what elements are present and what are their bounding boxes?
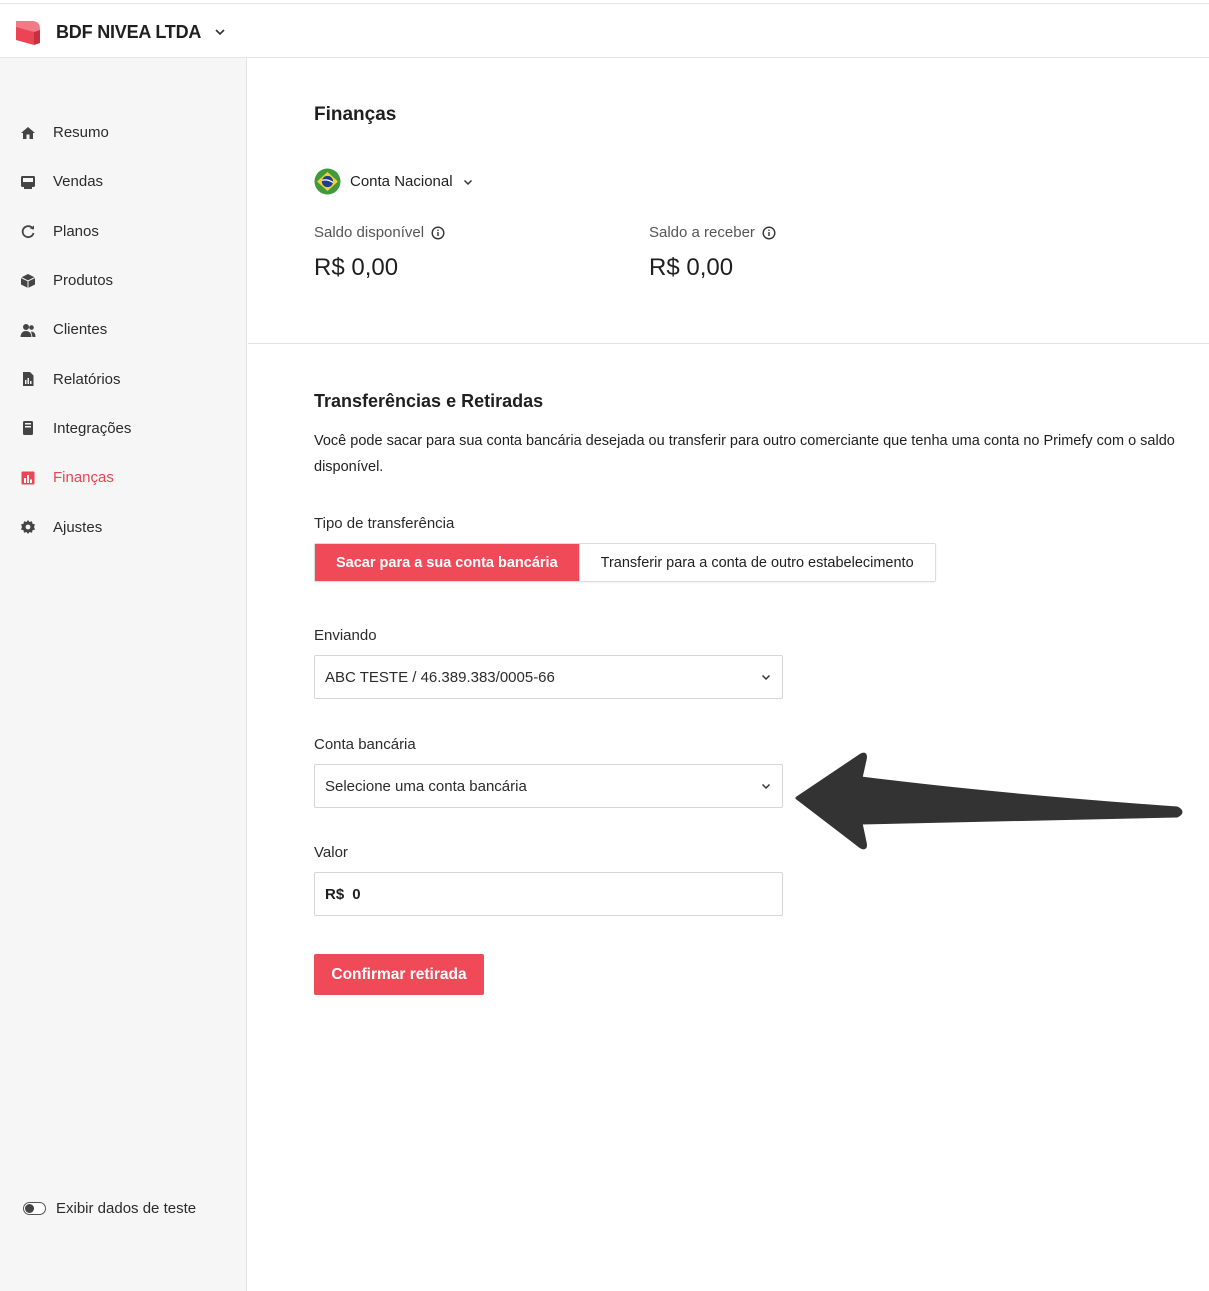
sidebar-item-label: Produtos <box>53 272 114 290</box>
sidebar: Resumo Vendas Planos Produtos Clientes R… <box>0 58 247 1291</box>
transfer-type-switch: Sacar para a sua conta bancária Transfer… <box>314 543 936 582</box>
main-content: Finanças Conta Nacional Saldo disponível… <box>248 58 1209 1291</box>
finance-summary: Finanças Conta Nacional Saldo disponível… <box>248 58 1209 344</box>
receivable-balance-label: Saldo a receber <box>649 224 755 241</box>
sidebar-item-label: Integrações <box>53 419 132 437</box>
sidebar-item-relatorios[interactable]: Relatórios <box>0 354 247 403</box>
sidebar-item-integracoes[interactable]: Integrações <box>0 404 247 453</box>
chevron-down-icon <box>215 29 225 36</box>
sidebar-item-clientes[interactable]: Clientes <box>0 305 247 354</box>
chevron-down-icon <box>761 674 771 681</box>
amount-label: Valor <box>314 844 348 861</box>
sidebar-item-financas[interactable]: Finanças <box>0 453 247 502</box>
receivable-balance-value: R$ 0,00 <box>649 254 734 281</box>
integration-icon <box>20 420 36 436</box>
users-icon <box>20 322 36 338</box>
info-icon[interactable] <box>762 225 776 240</box>
confirm-withdrawal-button[interactable]: Confirmar retirada <box>314 954 484 995</box>
toggle-switch[interactable] <box>23 1202 46 1215</box>
info-icon[interactable] <box>431 225 445 240</box>
test-data-toggle[interactable]: Exibir dados de teste <box>23 1200 196 1217</box>
currency-prefix: R$ <box>325 885 345 903</box>
sender-select-value: ABC TESTE / 46.389.383/0005-66 <box>325 668 555 686</box>
sales-icon <box>20 174 36 190</box>
transfer-to-merchant-option[interactable]: Transferir para a conta de outro estabel… <box>578 544 935 581</box>
sidebar-item-ajustes[interactable]: Ajustes <box>0 502 247 551</box>
sidebar-item-resumo[interactable]: Resumo <box>0 108 247 157</box>
sidebar-item-label: Planos <box>53 222 99 240</box>
sidebar-item-label: Clientes <box>53 321 108 339</box>
company-switcher[interactable]: BDF NIVEA LTDA <box>14 18 227 46</box>
sender-label: Enviando <box>314 627 377 644</box>
sidebar-item-label: Vendas <box>53 173 104 191</box>
available-balance-value: R$ 0,00 <box>314 254 399 281</box>
company-logo-icon <box>16 21 40 45</box>
sidebar-item-label: Finanças <box>53 469 114 487</box>
available-balance: Saldo disponível R$ 0,00 <box>314 224 445 282</box>
sidebar-item-label: Ajustes <box>53 518 103 536</box>
box-icon <box>20 273 36 289</box>
sidebar-item-planos[interactable]: Planos <box>0 207 247 256</box>
report-icon <box>20 371 36 387</box>
sidebar-item-label: Resumo <box>53 124 109 142</box>
test-data-toggle-label: Exibir dados de teste <box>56 1200 197 1217</box>
transfer-type-label: Tipo de transferência <box>314 515 455 532</box>
sidebar-item-produtos[interactable]: Produtos <box>0 256 247 305</box>
receivable-balance: Saldo a receber R$ 0,00 <box>649 224 776 282</box>
chevron-down-icon <box>463 179 472 185</box>
home-icon <box>20 125 36 141</box>
transfers-description: Você pode sacar para sua conta bancária … <box>314 433 1175 475</box>
annotation-arrow-icon <box>795 752 1183 850</box>
bank-account-select[interactable]: Selecione uma conta bancária <box>314 764 783 808</box>
amount-value: 0 <box>352 885 361 903</box>
brazil-flag-icon <box>314 168 341 195</box>
finance-icon <box>20 470 36 486</box>
refresh-icon <box>20 223 36 239</box>
sidebar-item-label: Relatórios <box>53 370 121 388</box>
company-name: BDF NIVEA LTDA <box>56 21 202 42</box>
available-balance-label: Saldo disponível <box>314 224 425 241</box>
account-selector[interactable]: Conta Nacional <box>314 168 474 195</box>
sidebar-item-vendas[interactable]: Vendas <box>0 157 247 206</box>
transfers-title: Transferências e Retiradas <box>314 391 544 411</box>
sender-select[interactable]: ABC TESTE / 46.389.383/0005-66 <box>314 655 783 699</box>
chevron-down-icon <box>761 783 771 790</box>
bank-account-label: Conta bancária <box>314 736 416 753</box>
sidebar-nav: Resumo Vendas Planos Produtos Clientes R… <box>0 108 247 552</box>
top-bar: BDF NIVEA LTDA <box>0 3 1209 58</box>
page-title: Finanças <box>314 104 397 125</box>
account-selector-label: Conta Nacional <box>350 173 453 190</box>
amount-input[interactable]: R$ 0 <box>314 872 783 916</box>
gear-icon <box>20 519 36 535</box>
bank-account-placeholder: Selecione uma conta bancária <box>325 777 527 795</box>
withdraw-to-bank-option[interactable]: Sacar para a sua conta bancária <box>315 544 579 581</box>
